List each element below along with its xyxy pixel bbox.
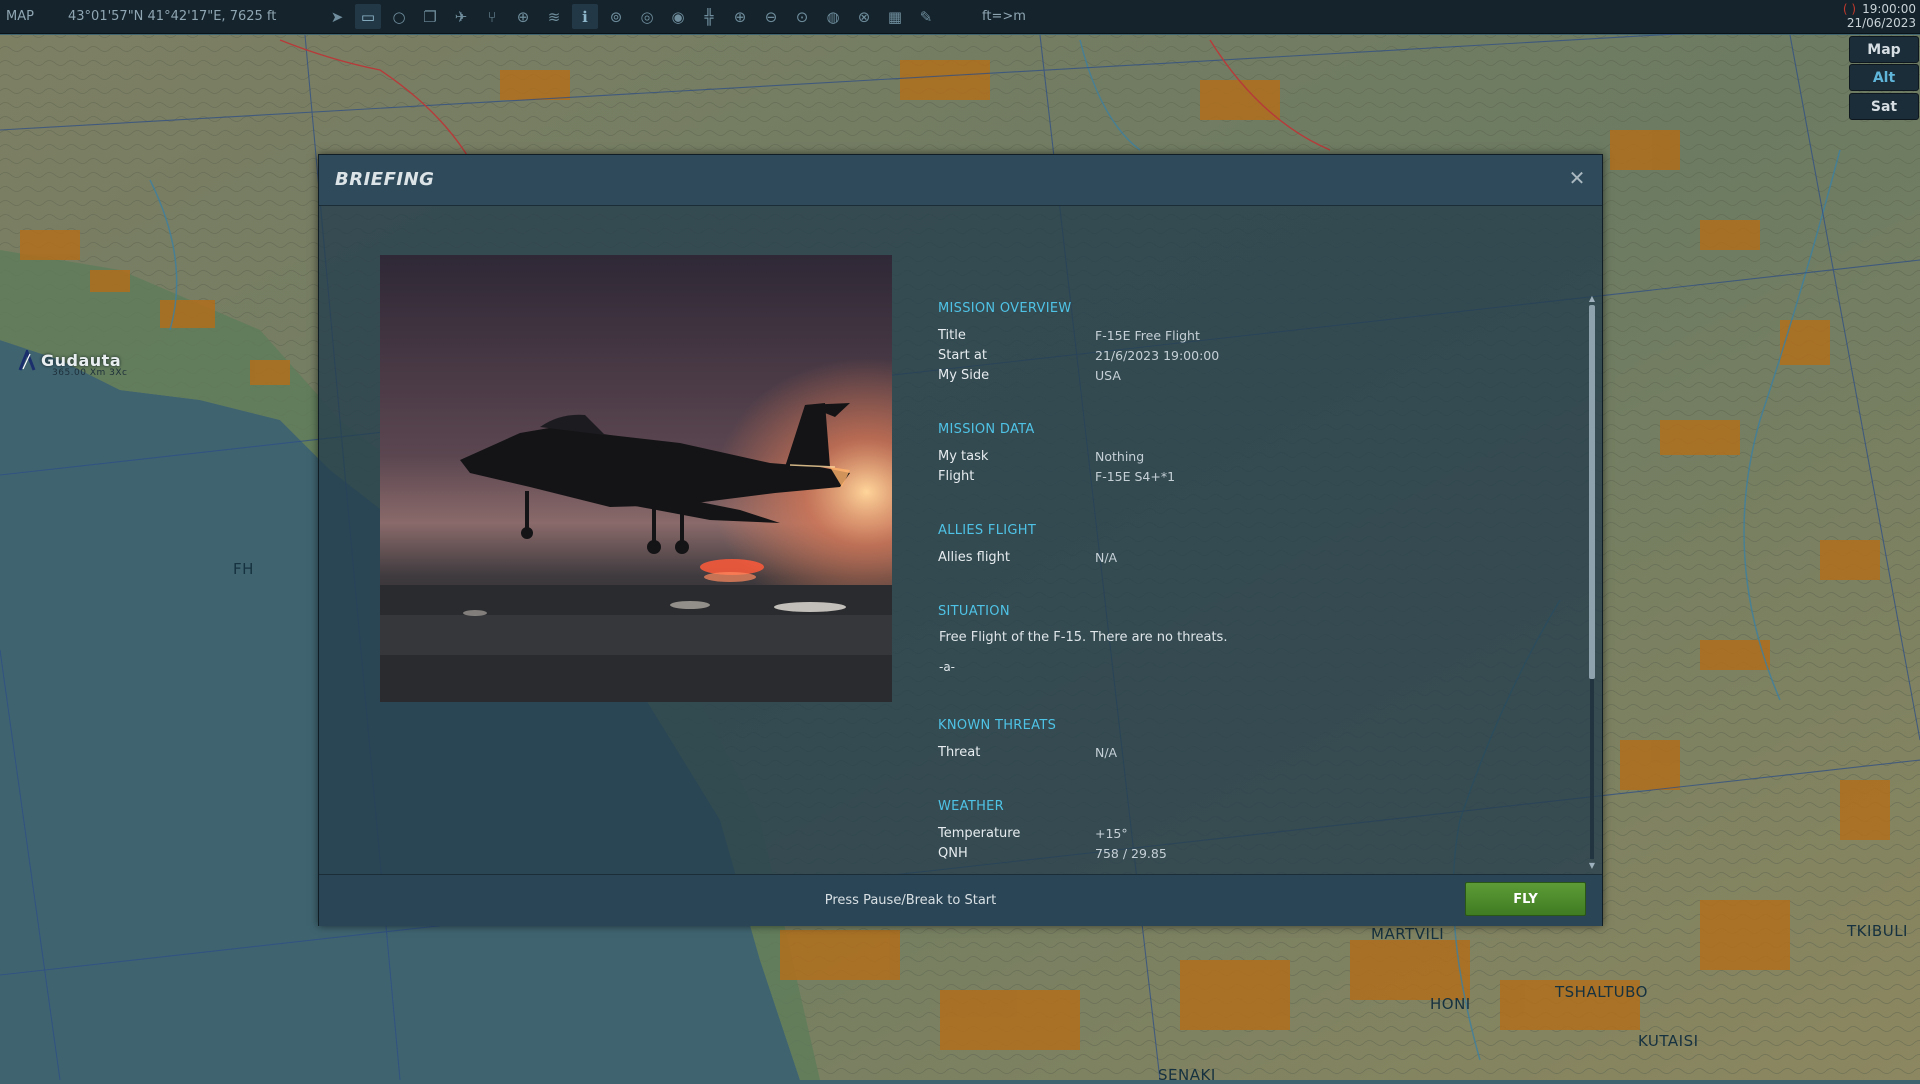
task-value: Nothing <box>1095 449 1145 464</box>
ruler-icon[interactable]: ▭ <box>355 4 381 29</box>
section-heading-weather: WEATHER <box>938 799 1005 814</box>
units-toggle[interactable]: ft=>m <box>982 9 1026 24</box>
map-label-tskhaltubo: TSHALTUBO <box>1555 983 1648 1001</box>
navigate-icon[interactable]: ➤ <box>324 4 350 29</box>
pause-indicator: ( ) <box>1842 2 1857 16</box>
top-toolbar: MAP 43°01'57"N 41°42'17"E, 7625 ft ➤ ▭ ○… <box>0 0 1920 34</box>
allies-value: N/A <box>1095 550 1118 565</box>
briefing-scrollbar[interactable]: ▲ ▼ <box>1588 295 1596 870</box>
temperature-value: +15° <box>1095 826 1128 841</box>
side-value: USA <box>1095 368 1121 383</box>
section-heading-situation: SITUATION <box>938 604 1010 619</box>
map-mode-button-alt[interactable]: Alt <box>1849 64 1919 91</box>
fly-button[interactable]: FLY <box>1465 882 1586 916</box>
route-icon[interactable]: ⑂ <box>479 4 505 29</box>
map-label-gudauta-sub: 365.00 Xm 3Xc <box>52 368 128 378</box>
threat-label: Threat <box>938 745 981 760</box>
zoom-out-icon[interactable]: ⊖ <box>758 4 784 29</box>
draw-icon[interactable]: ✎ <box>913 4 939 29</box>
flight-value: F-15E S4+*1 <box>1095 469 1176 484</box>
split-icon[interactable]: ╬ <box>696 4 722 29</box>
cursor-coordinates: 43°01'57"N 41°42'17"E, 7625 ft <box>68 9 277 24</box>
temperature-label: Temperature <box>938 826 1021 841</box>
title-value: F-15E Free Flight <box>1095 328 1200 343</box>
target-icon[interactable]: ⊕ <box>510 4 536 29</box>
close-icon[interactable]: ✕ <box>1566 167 1588 189</box>
section-heading-known-threats: KNOWN THREATS <box>938 718 1057 733</box>
time-value: 19:00:00 <box>1862 2 1916 16</box>
map-mode-button-sat[interactable]: Sat <box>1849 93 1919 120</box>
briefing-footer: Press Pause/Break to Start FLY <box>319 874 1602 926</box>
briefing-dialog: BRIEFING ✕ MISSION OVERVIEW Title F-15E … <box>318 154 1603 926</box>
map-label-martvili: MARTVILI <box>1371 925 1445 943</box>
briefing-title: BRIEFING <box>335 169 435 190</box>
map-mode-label: MAP <box>6 9 34 24</box>
section-heading-allies-flight: ALLIES FLIGHT <box>938 523 1037 538</box>
section-heading-mission-overview: MISSION OVERVIEW <box>938 301 1072 316</box>
grid-icon[interactable]: ▦ <box>882 4 908 29</box>
task-label: My task <box>938 449 989 464</box>
map-label-tkibuli: TKIBULI <box>1847 922 1908 940</box>
scroll-up-icon[interactable]: ▲ <box>1588 295 1596 303</box>
info-icon[interactable]: ℹ <box>572 4 598 29</box>
start-label: Start at <box>938 348 987 363</box>
situation-signature: -a- <box>939 660 956 674</box>
scroll-down-icon[interactable]: ▼ <box>1588 862 1596 870</box>
title-label: Title <box>938 328 966 343</box>
globe-icon[interactable]: ⊗ <box>851 4 877 29</box>
threat-value: N/A <box>1095 745 1118 760</box>
threat-icon[interactable]: ◉ <box>665 4 691 29</box>
map-label-honi: HONI <box>1430 995 1471 1013</box>
briefing-content: MISSION OVERVIEW Title F-15E Free Flight… <box>931 247 1591 887</box>
briefing-header: BRIEFING ✕ <box>319 155 1602 206</box>
zoom-in-icon[interactable]: ⊕ <box>727 4 753 29</box>
zoom-fit-icon[interactable]: ⊙ <box>789 4 815 29</box>
aircraft-icon[interactable]: ✈ <box>448 4 474 29</box>
map-mode-button-map[interactable]: Map <box>1849 36 1919 63</box>
circle-icon[interactable]: ○ <box>386 4 412 29</box>
allies-label: Allies flight <box>938 550 1011 565</box>
map-label-senaki: SENAKI <box>1158 1066 1216 1084</box>
group-icon[interactable]: ⊚ <box>603 4 629 29</box>
rings-icon[interactable]: ◍ <box>820 4 846 29</box>
mission-image <box>380 255 892 702</box>
situation-text: Free Flight of the F-15. There are no th… <box>939 630 1228 645</box>
mission-time: ( ) 19:00:00 21/06/2023 <box>1843 2 1916 30</box>
start-hint: Press Pause/Break to Start <box>824 893 997 908</box>
scroll-thumb[interactable] <box>1589 305 1595 679</box>
map-label-fh: FH <box>233 560 254 578</box>
toolbar-icons: ➤ ▭ ○ ❐ ✈ ⑂ ⊕ ≋ ℹ ⊚ ◎ ◉ ╬ ⊕ ⊖ ⊙ ◍ ⊗ ▦ ✎ <box>324 4 939 29</box>
qnh-value: 758 / 29.85 <box>1095 846 1167 861</box>
side-label: My Side <box>938 368 990 383</box>
section-heading-mission-data: MISSION DATA <box>938 422 1035 437</box>
map-label-kutaisi: KUTAISI <box>1638 1032 1699 1050</box>
date-value: 21/06/2023 <box>1846 16 1916 30</box>
start-value: 21/6/2023 19:00:00 <box>1095 348 1220 363</box>
qnh-label: QNH <box>938 846 968 861</box>
radar-icon[interactable]: ◎ <box>634 4 660 29</box>
airfield-icon[interactable] <box>18 350 36 372</box>
wifi-icon[interactable]: ≋ <box>541 4 567 29</box>
flight-label: Flight <box>938 469 975 484</box>
layers-icon[interactable]: ❐ <box>417 4 443 29</box>
